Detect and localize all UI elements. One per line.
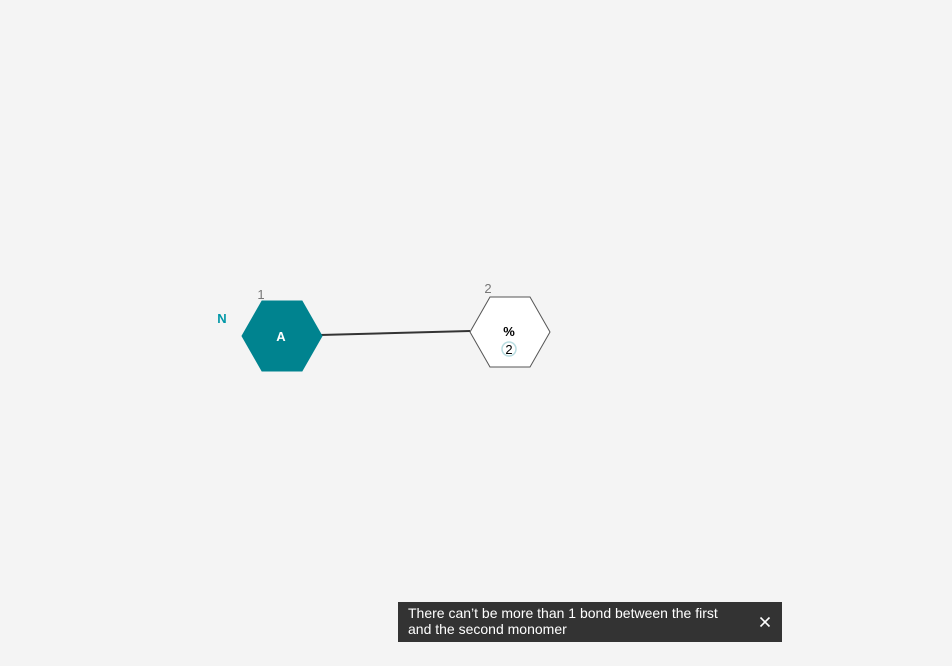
sequence-canvas[interactable]: N 1 A 2 % 2 xyxy=(0,0,952,666)
monomer-number: 1 xyxy=(257,287,264,302)
monomer-1[interactable]: 1 A xyxy=(241,287,323,372)
attachment-point-number: 2 xyxy=(505,342,512,357)
monomer-symbol: A xyxy=(276,329,286,344)
monomer-symbol: % xyxy=(503,324,515,339)
monomer-number: 2 xyxy=(484,281,491,296)
n-terminal-label: N xyxy=(217,311,226,326)
canvas-svg[interactable]: N 1 A 2 % 2 xyxy=(0,0,952,666)
monomer-2[interactable]: 2 % 2 xyxy=(469,281,551,368)
notification-message: There can’t be more than 1 bond between … xyxy=(408,605,718,637)
error-notification: There can’t be more than 1 bond between … xyxy=(398,602,782,642)
close-icon[interactable] xyxy=(756,613,774,631)
bond-line[interactable] xyxy=(319,330,471,336)
